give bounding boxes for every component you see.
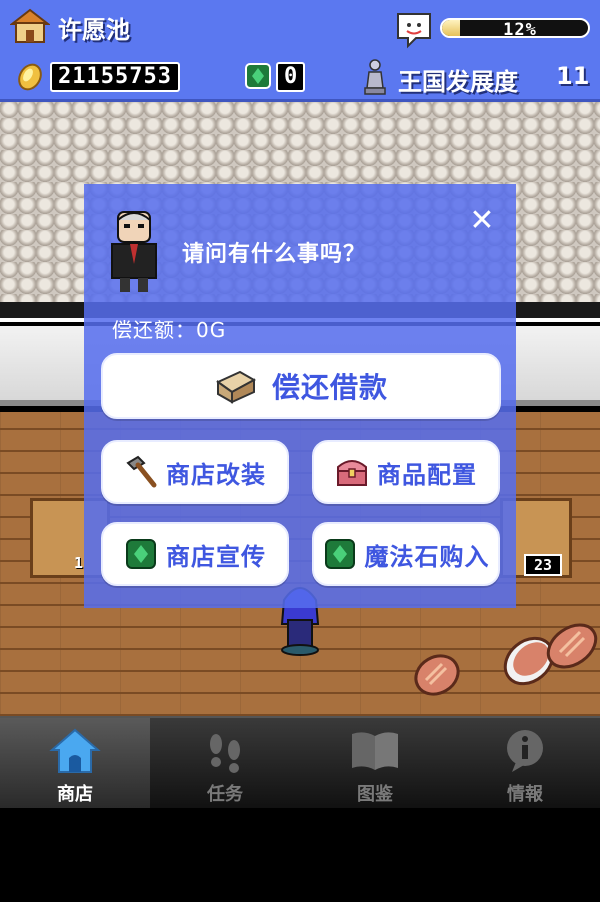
tab-quest[interactable]: 任务 [150, 718, 300, 808]
development-label: 王国发展度 [398, 68, 518, 96]
bread-item-icon[interactable] [544, 618, 600, 674]
gold-coin-icon [18, 63, 42, 91]
status-header: 许愿池 12% 21155753 0 王国发展度 11 [0, 0, 600, 102]
shop-icon[interactable] [10, 8, 50, 44]
book-icon [352, 732, 398, 770]
magic-stone-icon [245, 63, 271, 89]
tab-info-label: 情報 [507, 784, 543, 805]
magic-stone-icon [126, 539, 156, 569]
tab-encyclopedia-label: 图鉴 [357, 784, 393, 805]
tab-info[interactable]: 情報 [450, 718, 600, 808]
progress-percent: 12% [503, 20, 537, 40]
shop-promotion-label: 商店宣传 [166, 542, 266, 571]
shop-promotion-button[interactable]: 商店宣传 [101, 522, 289, 586]
tab-encyclopedia[interactable]: 图鉴 [300, 718, 450, 808]
goods-config-button[interactable]: 商品配置 [312, 440, 500, 504]
repay-amount-label: 偿还额：0G [112, 318, 227, 342]
magic-stone-purchase-button[interactable]: 魔法石购入 [312, 522, 500, 586]
house-icon [49, 728, 101, 773]
shop-renovate-button[interactable]: 商店改装 [101, 440, 289, 504]
shop-menu-dialog: 请问有什么事吗？ ✕ 偿还额：0G 偿还借款 商店改装 商品配置 商店宣传 魔法… [84, 184, 516, 608]
magic-stone-icon [324, 539, 355, 569]
tab-shop[interactable]: 商店 [0, 718, 150, 808]
shop-renovate-label: 商店改装 [166, 460, 266, 489]
statue-icon [364, 59, 386, 95]
package-icon [215, 370, 257, 404]
development-level: 11 [556, 62, 590, 90]
gold-amount: 21155753 [50, 62, 180, 92]
footprints-icon [210, 734, 240, 773]
shop-name: 许愿池 [58, 16, 130, 44]
progress-fill [442, 20, 460, 36]
stock-count-left: 1 [74, 554, 84, 572]
dialog-question: 请问有什么事吗？ [182, 242, 367, 267]
advisor-npc-portrait [111, 211, 157, 292]
repay-loan-label: 偿还借款 [271, 371, 388, 404]
stock-count-right: 23 [524, 554, 562, 576]
bottom-tab-bar: 商店 任务 图鉴 情報 [0, 716, 600, 808]
bread-item-icon[interactable] [412, 650, 462, 700]
magic-stone-purchase-label: 魔法石购入 [364, 542, 490, 571]
close-button[interactable]: ✕ [466, 206, 498, 238]
screen-bottom [0, 808, 600, 902]
shop-scene[interactable]: 1 23 请问有什么事吗？ ✕ 偿还额：0G 偿还借款 商店改装 商品配置 商店… [0, 102, 600, 716]
magic-stone-count: 0 [276, 62, 306, 92]
treasure-chest-icon [337, 460, 367, 486]
repay-loan-button[interactable]: 偿还借款 [101, 353, 501, 419]
tab-shop-label: 商店 [57, 784, 93, 805]
hammer-icon [126, 455, 157, 488]
tab-quest-label: 任务 [207, 784, 243, 805]
goods-config-label: 商品配置 [377, 460, 477, 489]
info-icon [507, 730, 543, 772]
speech-face-icon [397, 13, 431, 49]
